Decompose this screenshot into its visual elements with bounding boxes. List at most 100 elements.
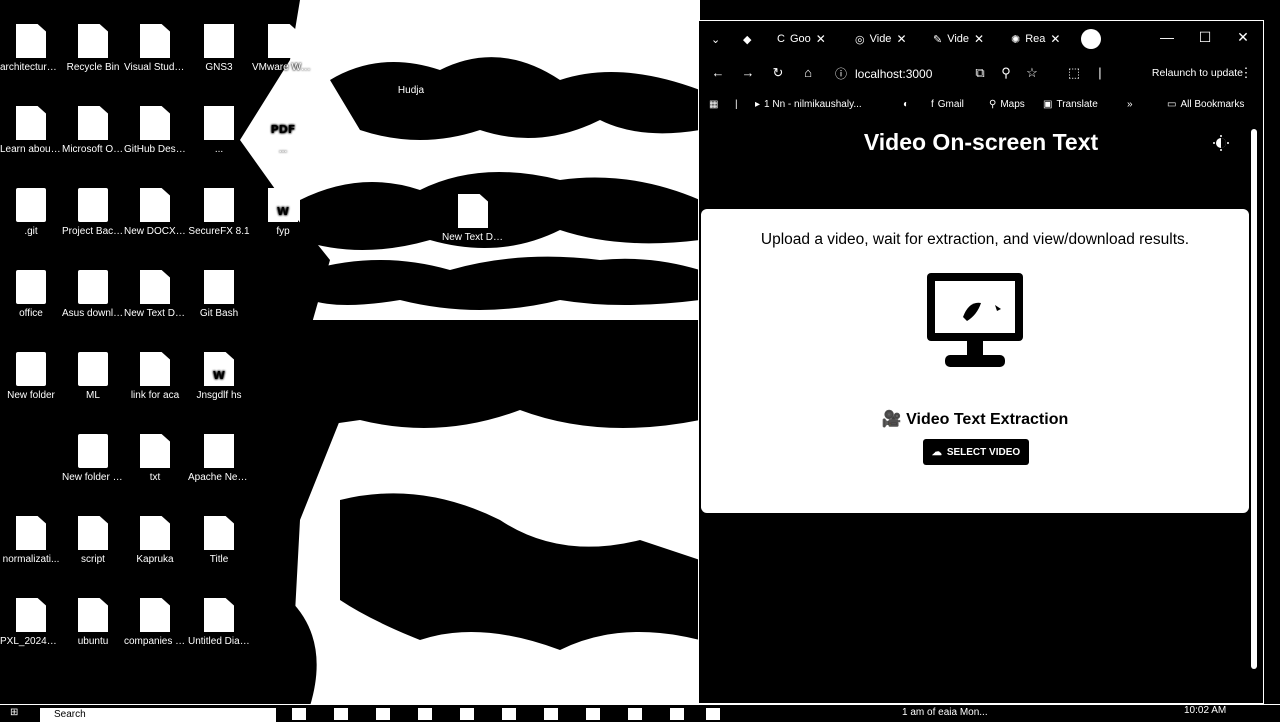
file-icon: W bbox=[268, 188, 298, 222]
desktop-icon[interactable]: Hudja bbox=[380, 84, 442, 97]
desktop-icon[interactable]: PDF... bbox=[252, 106, 314, 156]
profile-avatar bbox=[1081, 29, 1101, 49]
theme-toggle-icon[interactable] bbox=[1213, 135, 1229, 151]
instructions-text: Upload a video, wait for extraction, and… bbox=[760, 231, 1190, 248]
desktop-icon[interactable]: Recycle Bin bbox=[62, 24, 124, 74]
taskbar-app-icon[interactable] bbox=[376, 708, 390, 720]
upload-card: Upload a video, wait for extraction, and… bbox=[701, 209, 1249, 513]
bookmark-gmail[interactable]: f Gmail bbox=[931, 99, 964, 110]
bookmark-0[interactable]: ▸ 1 Nn - nilmikaushaly... bbox=[755, 99, 862, 110]
apps-icon[interactable]: ▦ bbox=[709, 99, 718, 110]
desktop-icon[interactable]: New DOCX Document bbox=[124, 188, 186, 238]
install-icon[interactable]: ⧉ bbox=[971, 65, 989, 81]
taskbar-app-icon[interactable] bbox=[628, 708, 642, 720]
new-tab-button[interactable] bbox=[1081, 29, 1101, 49]
browser-taskbar-icon[interactable] bbox=[706, 708, 720, 720]
zoom-icon[interactable]: ⚲ bbox=[997, 65, 1015, 81]
tab-3[interactable]: ✎ Vide ✕ bbox=[933, 29, 984, 49]
forward-icon[interactable]: → bbox=[739, 65, 757, 80]
desktop-icon[interactable]: Project Backups bbox=[62, 188, 124, 238]
desktop-icon[interactable]: companies roles bbox=[124, 598, 186, 648]
maximize-button[interactable]: ☐ bbox=[1195, 29, 1215, 46]
desktop-icon[interactable]: Microsoft Office 2007 bbox=[62, 106, 124, 156]
desktop-icon[interactable]: link for aca bbox=[124, 352, 186, 402]
browser-toolbar: ← → ↻ ⌂ ⓘ localhost:3000 ⧉ ⚲ ☆ ⬚ | Relau… bbox=[699, 61, 1263, 89]
desktop-icon[interactable]: New folder bbox=[0, 352, 62, 402]
file-explorer-icon[interactable] bbox=[418, 708, 432, 720]
desktop-icon[interactable]: New folder (2) bbox=[62, 434, 124, 484]
select-video-button[interactable]: ☁ SELECT VIDEO bbox=[923, 439, 1029, 465]
file-icon bbox=[140, 270, 170, 304]
file-icon bbox=[268, 24, 298, 58]
desktop-icon-label: GitHub Desktop bbox=[124, 144, 186, 155]
desktop-icon[interactable]: architecture diagram.d... bbox=[0, 24, 62, 74]
tab-4[interactable]: ✺ Rea ✕ bbox=[1011, 29, 1060, 49]
site-info-icon[interactable]: ⓘ bbox=[835, 65, 847, 82]
address-bar[interactable]: ⓘ localhost:3000 bbox=[835, 65, 932, 82]
close-window-button[interactable]: ✕ bbox=[1233, 29, 1253, 46]
desktop-icon[interactable]: PXL_2024101... bbox=[0, 598, 62, 648]
start-icon[interactable]: ⊞ bbox=[10, 707, 18, 718]
desktop-icon[interactable]: .git bbox=[0, 188, 62, 238]
taskbar-app-icon[interactable] bbox=[460, 708, 474, 720]
desktop-icon-label: PXL_2024101... bbox=[0, 636, 62, 647]
desktop-icon[interactable]: GNS3 bbox=[188, 24, 250, 74]
desktop-icon[interactable]: Wfyp bbox=[252, 188, 314, 238]
desktop-icon[interactable]: ML bbox=[62, 352, 124, 402]
taskbar-app-icon[interactable] bbox=[502, 708, 516, 720]
home-icon[interactable]: ⌂ bbox=[799, 65, 817, 80]
taskbar-app-icon[interactable] bbox=[586, 708, 600, 720]
desktop-icon[interactable]: SecureFX 8.1 bbox=[188, 188, 250, 238]
bookmark-translate[interactable]: ▣ Translate bbox=[1043, 99, 1098, 110]
star-icon[interactable]: ☆ bbox=[1023, 65, 1041, 81]
desktop-icon[interactable]: Untitled Diagram.dr... bbox=[188, 598, 250, 648]
desktop-icon[interactable]: normalizati... bbox=[0, 516, 62, 566]
desktop-icon[interactable]: txt bbox=[124, 434, 186, 484]
desktop-icon[interactable]: Asus downloads bbox=[62, 270, 124, 320]
tab-2-active[interactable]: ◎ Vide ✕ bbox=[855, 29, 907, 49]
close-icon[interactable]: ✕ bbox=[816, 32, 826, 46]
weather-widget[interactable]: 1 am of eaia Mon... bbox=[902, 707, 988, 718]
desktop-icon[interactable]: Title bbox=[188, 516, 250, 566]
taskbar-app-icon[interactable] bbox=[670, 708, 684, 720]
desktop-icon[interactable]: New Text Document (2) bbox=[442, 194, 504, 244]
desktop-icon[interactable]: office bbox=[0, 270, 62, 320]
desktop-icon[interactable]: Apache NetBeans bbox=[188, 434, 250, 484]
tab-1[interactable]: C Goo ✕ bbox=[777, 29, 826, 49]
extensions-icon[interactable]: ⬚ bbox=[1065, 65, 1083, 81]
back-icon[interactable]: ← bbox=[709, 65, 727, 80]
bookmarks-overflow[interactable]: » bbox=[1127, 99, 1133, 110]
close-icon[interactable]: ✕ bbox=[974, 32, 984, 46]
desktop-icon[interactable]: script bbox=[62, 516, 124, 566]
menu-icon[interactable]: ⋮ bbox=[1237, 65, 1255, 81]
desktop-icon[interactable]: ... bbox=[188, 106, 250, 156]
scroll-thumb[interactable] bbox=[1251, 129, 1257, 669]
task-view-icon[interactable] bbox=[292, 708, 306, 720]
tab-search-icon[interactable]: ⌄ bbox=[711, 29, 720, 49]
taskbar-app-icon[interactable] bbox=[544, 708, 558, 720]
tab-0[interactable]: ◆ bbox=[743, 29, 751, 49]
desktop-icon[interactable]: Visual Studio Code bbox=[124, 24, 186, 74]
desktop-icon[interactable]: New Text Document bbox=[124, 270, 186, 320]
desktop-icon[interactable]: Kapruka bbox=[124, 516, 186, 566]
bookmark-maps[interactable]: ⚲ Maps bbox=[989, 99, 1025, 110]
minimize-button[interactable]: — bbox=[1157, 29, 1177, 45]
bookmark-1[interactable]: ◐ bbox=[903, 99, 913, 110]
close-icon[interactable]: ✕ bbox=[896, 32, 906, 46]
desktop-icon[interactable]: VMware Workstati... bbox=[252, 24, 314, 74]
desktop-icon[interactable]: Learn about this picture bbox=[0, 106, 62, 156]
desktop-icon[interactable]: ubuntu bbox=[62, 598, 124, 648]
reload-icon[interactable]: ↻ bbox=[769, 65, 787, 81]
clock[interactable]: 10:02 AM bbox=[1184, 705, 1226, 716]
folder-icon bbox=[78, 188, 108, 222]
desktop-icon[interactable]: GitHub Desktop bbox=[124, 106, 186, 156]
all-bookmarks[interactable]: ▭ All Bookmarks bbox=[1167, 99, 1244, 110]
desktop-icon-label: Learn about this picture bbox=[0, 144, 62, 155]
folder-icon bbox=[78, 270, 108, 304]
close-icon[interactable]: ✕ bbox=[1050, 32, 1060, 46]
desktop-icon[interactable]: W Jnsgdlf hs bbox=[188, 352, 250, 402]
scrollbar[interactable] bbox=[1249, 129, 1257, 689]
taskbar-app-icon[interactable] bbox=[334, 708, 348, 720]
desktop-icon[interactable]: Git Bash bbox=[188, 270, 250, 320]
relaunch-button[interactable]: Relaunch to update bbox=[1152, 67, 1243, 79]
